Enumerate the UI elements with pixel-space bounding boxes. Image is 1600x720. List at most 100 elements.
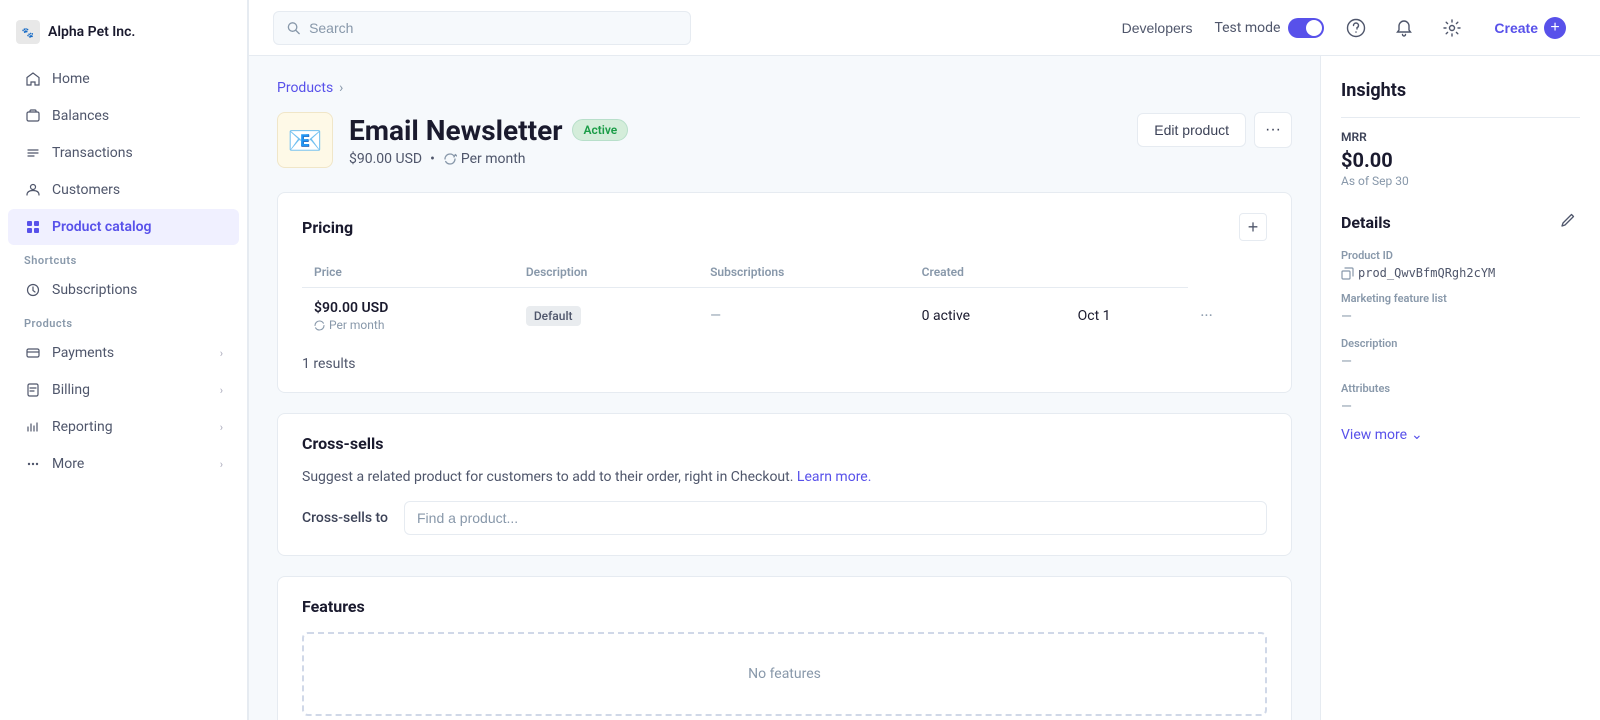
marketing-feature-list-label: Marketing feature list bbox=[1341, 292, 1580, 305]
edit-product-button[interactable]: Edit product bbox=[1137, 113, 1246, 147]
row-menu-cell[interactable]: ··· bbox=[1188, 288, 1267, 345]
default-badge-cell: Default bbox=[514, 288, 698, 345]
more-icon bbox=[24, 455, 42, 473]
sidebar-item-subscriptions[interactable]: Subscriptions bbox=[8, 272, 239, 308]
no-features-label: No features bbox=[748, 666, 821, 682]
more-options-button[interactable]: ··· bbox=[1254, 112, 1292, 148]
product-header-actions: Edit product ··· bbox=[1137, 112, 1292, 148]
cross-sells-label: Cross-sells to bbox=[302, 510, 388, 526]
right-panel: Insights MRR $0.00 As of Sep 30 Details … bbox=[1320, 56, 1600, 720]
shortcuts-label: Shortcuts bbox=[0, 246, 247, 271]
insights-divider bbox=[1341, 117, 1580, 118]
svg-text:🐾: 🐾 bbox=[22, 27, 34, 39]
insights-title: Insights bbox=[1341, 80, 1580, 101]
sidebar-item-label: Subscriptions bbox=[52, 282, 137, 298]
main-area: Developers Test mode Create + bbox=[249, 0, 1600, 720]
view-more-link[interactable]: View more ⌄ bbox=[1341, 427, 1580, 443]
notifications-button[interactable] bbox=[1388, 12, 1420, 44]
product-header: 📧 Email Newsletter Active $90.00 USD • P… bbox=[277, 112, 1292, 168]
breadcrumb-products-link[interactable]: Products bbox=[277, 80, 333, 96]
pricing-table: Price Description Subscriptions Created … bbox=[302, 257, 1267, 344]
features-title: Features bbox=[302, 597, 365, 616]
features-header: Features bbox=[302, 597, 1267, 616]
sidebar-item-payments[interactable]: Payments › bbox=[8, 335, 239, 371]
sidebar-item-billing[interactable]: Billing › bbox=[8, 372, 239, 408]
col-created: Created bbox=[910, 257, 1066, 288]
create-button[interactable]: Create + bbox=[1484, 11, 1576, 45]
sidebar-item-transactions[interactable]: Transactions bbox=[8, 135, 239, 171]
help-icon bbox=[1346, 18, 1366, 38]
description-value: — bbox=[1341, 354, 1580, 370]
description-cell: — bbox=[698, 288, 910, 345]
transactions-icon bbox=[24, 144, 42, 162]
settings-button[interactable] bbox=[1436, 12, 1468, 44]
cross-sells-description: Suggest a related product for customers … bbox=[302, 469, 1267, 485]
chevron-down-icon: › bbox=[220, 347, 223, 360]
col-actions bbox=[1066, 257, 1189, 288]
recurring-icon bbox=[443, 152, 457, 166]
sidebar: 🐾 Alpha Pet Inc. Home Balances Transacti… bbox=[0, 0, 248, 720]
toggle-knob bbox=[1306, 20, 1322, 36]
attributes-label: Attributes bbox=[1341, 382, 1580, 395]
features-section: Features No features bbox=[277, 576, 1292, 720]
content-area: Products › 📧 Email Newsletter Active $90… bbox=[249, 56, 1600, 720]
edit-details-button[interactable] bbox=[1556, 208, 1580, 237]
features-empty-state: No features bbox=[302, 632, 1267, 716]
chevron-down-icon: › bbox=[220, 458, 223, 471]
learn-more-link[interactable]: Learn more. bbox=[797, 469, 872, 485]
status-badge: Active bbox=[572, 119, 628, 141]
sidebar-item-reporting[interactable]: Reporting › bbox=[8, 409, 239, 445]
sidebar-item-label: Billing bbox=[52, 382, 90, 398]
mrr-label: MRR bbox=[1341, 130, 1580, 144]
pricing-title: Pricing bbox=[302, 218, 353, 237]
sidebar-item-label: Reporting bbox=[52, 419, 113, 435]
col-description: Description bbox=[514, 257, 698, 288]
description-label: Description bbox=[1341, 337, 1580, 350]
cross-sells-header: Cross-sells bbox=[302, 434, 1267, 453]
created-cell: Oct 1 bbox=[1066, 288, 1189, 345]
search-bar[interactable] bbox=[273, 11, 691, 45]
product-subtitle: $90.00 USD • Per month bbox=[349, 151, 628, 167]
developers-button[interactable]: Developers bbox=[1116, 14, 1199, 42]
cross-sells-input[interactable] bbox=[404, 501, 1267, 535]
mrr-date: As of Sep 30 bbox=[1341, 174, 1580, 188]
pricing-table-header-row: Price Description Subscriptions Created bbox=[302, 257, 1267, 288]
breadcrumb-separator: › bbox=[339, 80, 343, 96]
help-button[interactable] bbox=[1340, 12, 1372, 44]
copy-icon bbox=[1341, 267, 1354, 280]
add-pricing-button[interactable]: + bbox=[1239, 213, 1267, 241]
price-amount: $90.00 USD bbox=[314, 300, 502, 316]
sidebar-item-home[interactable]: Home bbox=[8, 61, 239, 97]
pricing-section-header: Pricing + bbox=[302, 213, 1267, 241]
sidebar-item-label: Payments bbox=[52, 345, 114, 361]
product-id-value: prod_QwvBfmQRgh2cYM bbox=[1341, 266, 1580, 280]
sidebar-item-label: More bbox=[52, 456, 84, 472]
col-subscriptions: Subscriptions bbox=[698, 257, 910, 288]
sidebar-item-label: Product catalog bbox=[52, 219, 152, 235]
test-mode-switch[interactable] bbox=[1288, 18, 1324, 38]
create-plus-icon: + bbox=[1544, 17, 1566, 39]
mrr-value: $0.00 bbox=[1341, 148, 1580, 172]
product-title-section: 📧 Email Newsletter Active $90.00 USD • P… bbox=[277, 112, 628, 168]
sidebar-item-customers[interactable]: Customers bbox=[8, 172, 239, 208]
sidebar-item-balances[interactable]: Balances bbox=[8, 98, 239, 134]
products-label: Products bbox=[0, 309, 247, 334]
sidebar-item-more[interactable]: More › bbox=[8, 446, 239, 482]
pricing-section: Pricing + Price Description Subscription… bbox=[277, 192, 1292, 393]
cross-sells-row: Cross-sells to bbox=[302, 501, 1267, 535]
row-menu-button[interactable]: ··· bbox=[1200, 306, 1213, 325]
company-name: Alpha Pet Inc. bbox=[48, 24, 135, 40]
header-actions: Developers Test mode Create + bbox=[1116, 11, 1576, 45]
search-input[interactable] bbox=[309, 20, 678, 36]
sidebar-item-label: Transactions bbox=[52, 145, 133, 161]
chevron-down-icon: › bbox=[220, 421, 223, 434]
catalog-icon bbox=[24, 218, 42, 236]
test-mode-toggle: Test mode bbox=[1214, 18, 1324, 38]
col-price: Price bbox=[302, 257, 514, 288]
price-period: Per month bbox=[314, 318, 502, 332]
sidebar-item-product-catalog[interactable]: Product catalog bbox=[8, 209, 239, 245]
chevron-down-icon: › bbox=[220, 384, 223, 397]
home-icon bbox=[24, 70, 42, 88]
cross-sells-section: Cross-sells Suggest a related product fo… bbox=[277, 413, 1292, 556]
product-icon: 📧 bbox=[277, 112, 333, 168]
